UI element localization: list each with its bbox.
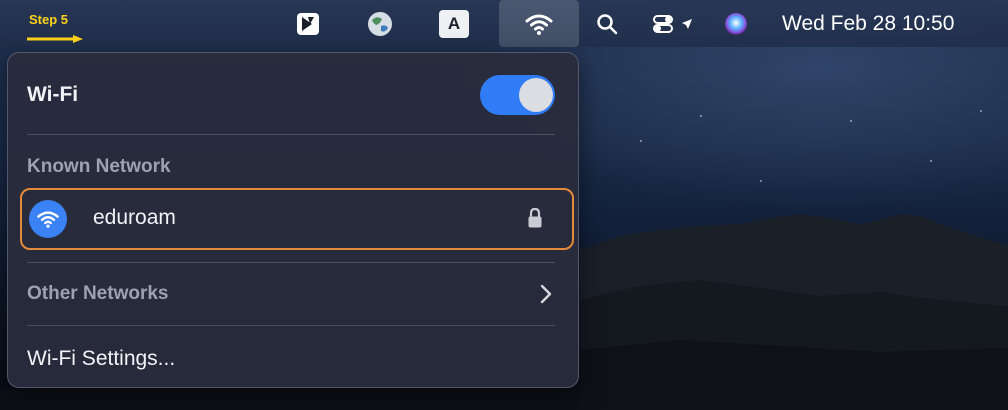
- spotlight-menu-item[interactable]: [592, 0, 622, 47]
- wifi-settings-menu-item[interactable]: Wi-Fi Settings...: [27, 340, 555, 374]
- other-networks-row[interactable]: Other Networks: [27, 276, 555, 310]
- location-arrow-icon: [682, 18, 692, 29]
- step-label: Step 5: [29, 12, 69, 27]
- toggle-knob: [519, 78, 553, 112]
- control-center-menu-item[interactable]: [644, 0, 700, 47]
- input-source-icon: A: [439, 9, 469, 38]
- arrow-right-icon: [27, 35, 83, 43]
- network-wifi-icon-badge: [29, 200, 67, 238]
- lock-icon: [528, 207, 542, 228]
- globe-icon: [368, 11, 392, 36]
- wifi-settings-label: Wi-Fi Settings...: [27, 347, 176, 370]
- divider: [27, 262, 555, 263]
- spotlight-search-icon: [597, 13, 618, 34]
- wifi-icon: [525, 14, 553, 35]
- siri-icon: [725, 12, 747, 35]
- network-item-eduroam[interactable]: eduroam: [20, 188, 574, 250]
- kapwing-icon: [297, 12, 319, 35]
- globe-menu-item[interactable]: [362, 0, 398, 47]
- menu-bar-clock[interactable]: Wed Feb 28 10:50: [782, 12, 954, 36]
- wifi-menu-panel: Wi-Fi Known Network eduroam Other Networ…: [7, 52, 579, 388]
- wifi-icon: [37, 211, 59, 228]
- chevron-right-icon: [540, 284, 552, 304]
- wifi-menu-item[interactable]: [499, 0, 579, 47]
- siri-menu-item[interactable]: [720, 0, 752, 47]
- wifi-toggle[interactable]: [480, 75, 555, 115]
- menu-bar: Step 5 A Wed Feb 28 10:50: [0, 0, 1008, 47]
- other-networks-label: Other Networks: [27, 283, 169, 304]
- divider: [27, 325, 555, 326]
- network-name: eduroam: [93, 206, 176, 229]
- control-center-icon: [653, 14, 673, 33]
- input-source-menu-item[interactable]: A: [436, 0, 472, 47]
- kapwing-menu-item[interactable]: [290, 0, 326, 47]
- divider: [27, 134, 555, 135]
- wifi-panel-title: Wi-Fi: [27, 83, 79, 106]
- known-network-heading: Known Network: [27, 156, 171, 177]
